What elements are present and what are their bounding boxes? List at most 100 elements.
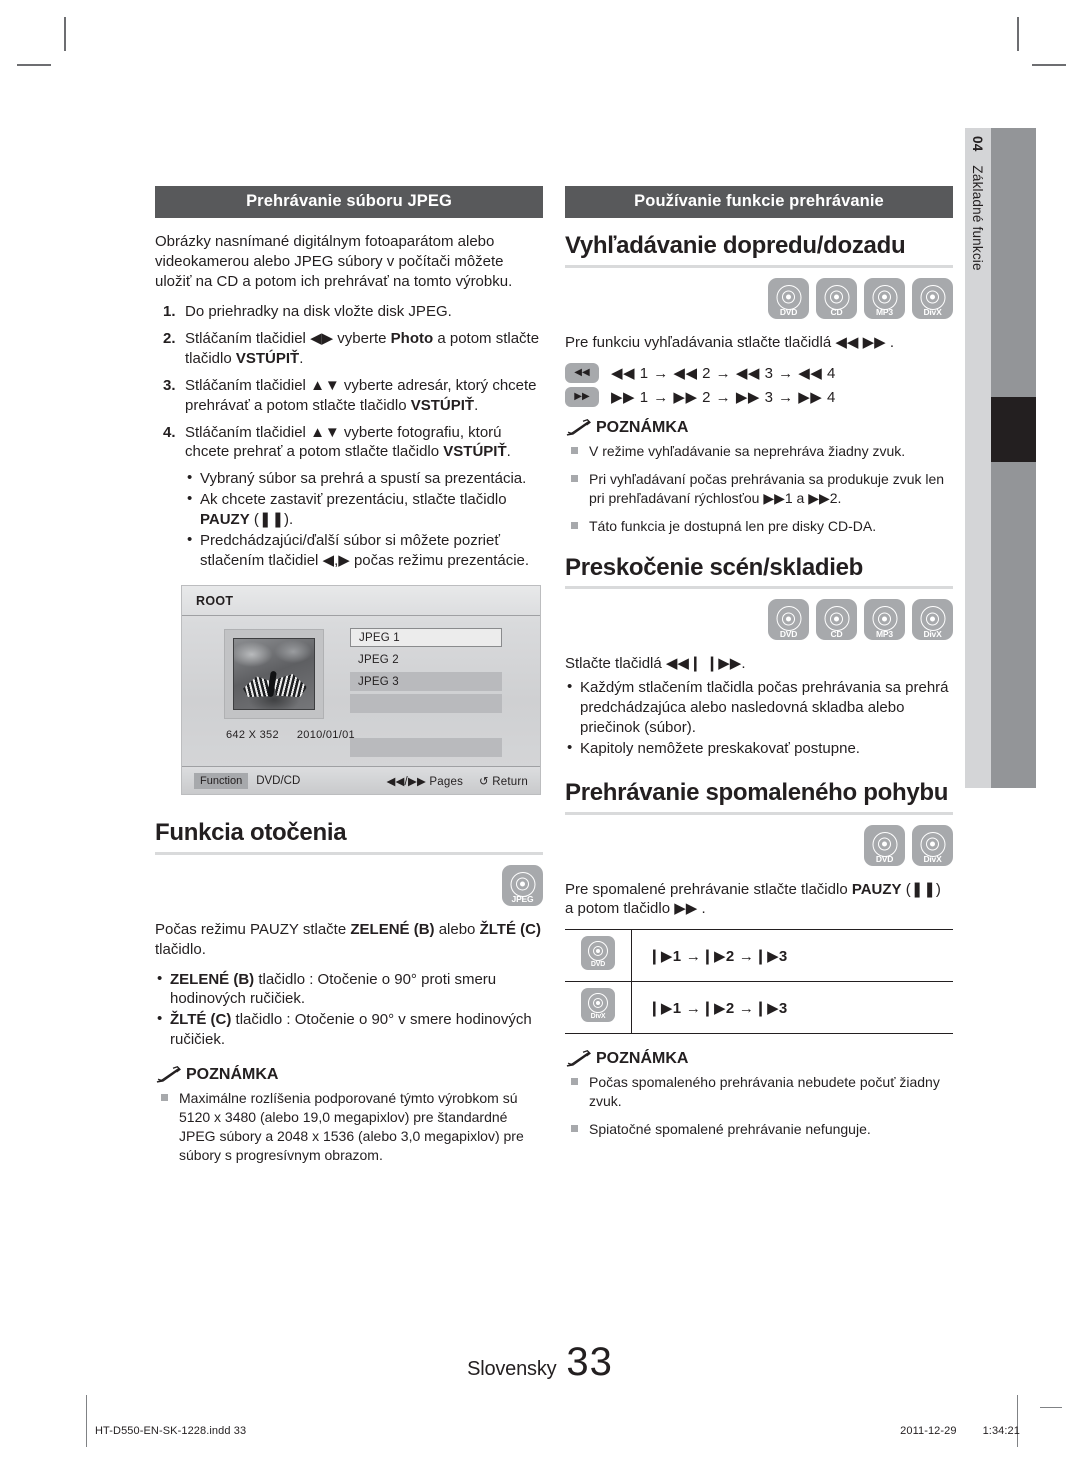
left-note-block: POZNÁMKA Maximálne rozlíšenia podporovan… — [155, 1066, 543, 1165]
fastforward-key-icon: ▶▶ — [565, 386, 599, 407]
disc-icon-divx: DivX — [912, 277, 953, 319]
heading-rule — [155, 851, 543, 855]
left-column: Prehrávanie súboru JPEG Obrázky nasníman… — [155, 186, 543, 1174]
up-down-arrow-icon: ▲▼ — [310, 423, 340, 441]
list-item: Vybraný súbor sa prehrá a spustí sa prez… — [185, 468, 543, 489]
crop-mark-top-left-horizontal — [17, 64, 51, 66]
list-item: Ak chcete zastaviť prezentáciu, stlačte … — [185, 489, 543, 530]
step-number: 3. — [163, 376, 176, 394]
slow-motion-table: DVD ❙▶1 →❙▶2 →❙▶3 DivX ❙▶1 →❙▶2 →❙▶3 — [565, 929, 953, 1035]
list-item: Maximálne rozlíšenia podporované týmto v… — [155, 1089, 543, 1165]
osd-file-list: JPEG 1 JPEG 2 JPEG 3 — [350, 628, 502, 760]
table-cell-icon: DVD — [565, 929, 632, 982]
list-item: Táto funkcia je dostupná len pre disky C… — [565, 517, 953, 536]
jpeg-steps-list: 1. Do priehradky na disk vložte disk JPE… — [155, 302, 543, 463]
chapter-tab: 04 Základné funkcie — [965, 128, 991, 788]
right-section-banner: Používanie funkcie prehrávanie — [565, 186, 953, 218]
table-cell-icon: DivX — [565, 981, 632, 1035]
list-item[interactable]: JPEG 3 — [350, 672, 502, 692]
rotation-disc-icons: JPEG — [155, 864, 543, 906]
step-text: Stláčaním tlačidiel ▲▼ vyberte fotografi… — [185, 423, 511, 461]
list-item[interactable]: JPEG 1 — [350, 628, 502, 648]
disc-icon-dvd: DVD — [864, 824, 905, 866]
footer-language: Slovensky — [467, 1358, 557, 1380]
list-item[interactable] — [350, 694, 502, 714]
crop-mark-top-left-vertical — [64, 17, 66, 51]
disc-icon-dvd: DVD — [768, 599, 809, 641]
skip-disc-icons: DVD CD MP3 DivX — [565, 599, 953, 641]
step-text: Stláčaním tlačidiel ▲▼ vyberte adresár, … — [185, 376, 537, 414]
list-item[interactable] — [350, 738, 502, 758]
print-tick-mark — [1040, 1407, 1062, 1408]
disc-icon-mp3: MP3 — [864, 277, 905, 319]
jpeg-intro-paragraph: Obrázky nasnímané digitálnym fotoaparáto… — [155, 233, 513, 290]
rotation-section: Funkcia otočenia JPEG Počas režimu PAUZY… — [155, 819, 543, 1050]
jpeg-sub-bullets: Vybraný súbor sa prehrá a spustí sa prez… — [185, 468, 543, 571]
disc-icon-divx: DivX — [581, 988, 615, 1023]
list-item: ŽLTÉ (C) tlačidlo : Otočenie o 90° v sme… — [155, 1009, 543, 1050]
skip-heading: Preskočenie scén/skladieb — [565, 553, 864, 581]
disc-icon-dvd: DVD — [581, 936, 615, 971]
list-item: Počas spomaleného prehrávania nebudete p… — [565, 1073, 953, 1111]
table-cell-sequence: ❙▶1 →❙▶2 →❙▶3 — [631, 929, 953, 982]
rewind-speed-sequence: ◀◀ 1 → ◀◀ 2 → ◀◀ 3 → ◀◀ 4 — [611, 364, 836, 382]
chapter-number: 04 — [970, 136, 986, 152]
print-rule-right — [1017, 1395, 1018, 1447]
list-item: 3. Stláčaním tlačidiel ▲▼ vyberte adresá… — [155, 376, 543, 416]
print-date: 2011-12-29 — [900, 1425, 957, 1437]
list-item: 2. Stláčaním tlačidiel ◀▶ vyberte Photo … — [155, 329, 543, 369]
step-number: 2. — [163, 329, 176, 347]
table-row: ▶▶ ▶▶ 1 → ▶▶ 2 → ▶▶ 3 → ▶▶ 4 — [565, 386, 953, 407]
disc-icon-divx: DivX — [912, 824, 953, 866]
crop-mark-top-right-vertical — [1017, 17, 1019, 51]
table-row: DVD ❙▶1 →❙▶2 →❙▶3 — [565, 929, 953, 982]
note-title: POZNÁMKA — [596, 418, 689, 436]
table-row: ◀◀ ◀◀ 1 → ◀◀ 2 → ◀◀ 3 → ◀◀ 4 — [565, 362, 953, 383]
slow-motion-heading: Prehrávanie spomaleného pohybu — [565, 778, 949, 806]
list-item: Predchádzajúci/ďalší súbor si môžete poz… — [185, 530, 543, 571]
heading-rule — [565, 811, 953, 815]
skip-section: Preskočenie scén/skladieb DVD CD MP3 Div… — [565, 554, 953, 759]
list-item[interactable]: JPEG 2 — [350, 650, 502, 669]
disc-icon-mp3: MP3 — [864, 599, 905, 641]
search-section: Vyhľadávanie dopredu/dozadu DVD CD MP3 D… — [565, 232, 953, 536]
print-rule-left — [86, 1395, 87, 1447]
list-item — [350, 716, 502, 735]
chapter-tab-inner: 04 Základné funkcie — [965, 128, 991, 788]
step-number: 1. — [163, 302, 176, 320]
osd-return-hint: ↺ Return — [479, 775, 528, 788]
step-text: Do priehradky na disk vložte disk JPEG. — [185, 302, 452, 320]
disc-icon-cd: CD — [816, 277, 857, 319]
list-item: Každým stlačením tlačidla počas prehráva… — [565, 677, 953, 738]
rewind-key-icon: ◀◀ — [565, 362, 599, 383]
table-row: DivX ❙▶1 →❙▶2 →❙▶3 — [565, 981, 953, 1035]
rotation-heading: Funkcia otočenia — [155, 819, 347, 847]
search-speed-table: ◀◀ ◀◀ 1 → ◀◀ 2 → ◀◀ 3 → ◀◀ 4 ▶▶ ▶▶ 1 → ▶… — [565, 362, 953, 407]
list-item: Kapitoly nemôžete preskakovať postupne. — [565, 738, 953, 759]
left-section-banner: Prehrávanie súboru JPEG — [155, 186, 543, 218]
chapter-tab-text: 04 Základné funkcie — [965, 128, 991, 788]
rotation-intro: Počas režimu PAUZY stlačte ZELENÉ (B) al… — [155, 920, 541, 958]
osd-resolution: 642 X 352 — [226, 729, 279, 742]
note-header: POZNÁMKA — [565, 1050, 953, 1068]
skip-bullets: Každým stlačením tlačidla počas prehráva… — [565, 677, 953, 759]
search-disc-icons: DVD CD MP3 DivX — [565, 277, 953, 319]
fastforward-speed-sequence: ▶▶ 1 → ▶▶ 2 → ▶▶ 3 → ▶▶ 4 — [611, 388, 836, 406]
step-text: Stláčaním tlačidiel ◀▶ vyberte Photo a p… — [185, 329, 540, 367]
osd-function-button[interactable]: Function — [194, 772, 249, 789]
slow-motion-note-block: POZNÁMKA Počas spomaleného prehrávania n… — [565, 1050, 953, 1139]
list-item: 1. Do priehradky na disk vložte disk JPE… — [155, 302, 543, 322]
right-column: Používanie funkcie prehrávanie Vyhľadáva… — [565, 186, 953, 1149]
note-title: POZNÁMKA — [596, 1050, 689, 1068]
osd-date: 2010/01/01 — [296, 729, 355, 742]
disc-icon-dvd: DVD — [768, 277, 809, 319]
page-number: 33 — [566, 1340, 613, 1384]
search-note-block: POZNÁMKA V režime vyhľadávanie sa nepreh… — [565, 419, 953, 536]
print-footer: HT-D550-EN-SK-1228.indd 33 2011-12-29 1:3… — [95, 1425, 1020, 1437]
note-title: POZNÁMKA — [186, 1066, 279, 1084]
rotation-bullets: ZELENÉ (B) tlačidlo : Otočenie o 90° pro… — [155, 969, 543, 1051]
print-timestamp: 2011-12-29 1:34:21 — [874, 1425, 1020, 1437]
crop-mark-top-right-horizontal — [1032, 64, 1066, 66]
up-down-arrow-icon: ▲▼ — [310, 376, 340, 394]
skip-intro: Stlačte tlačidlá ◀◀❙ ❙▶▶. — [565, 655, 746, 673]
